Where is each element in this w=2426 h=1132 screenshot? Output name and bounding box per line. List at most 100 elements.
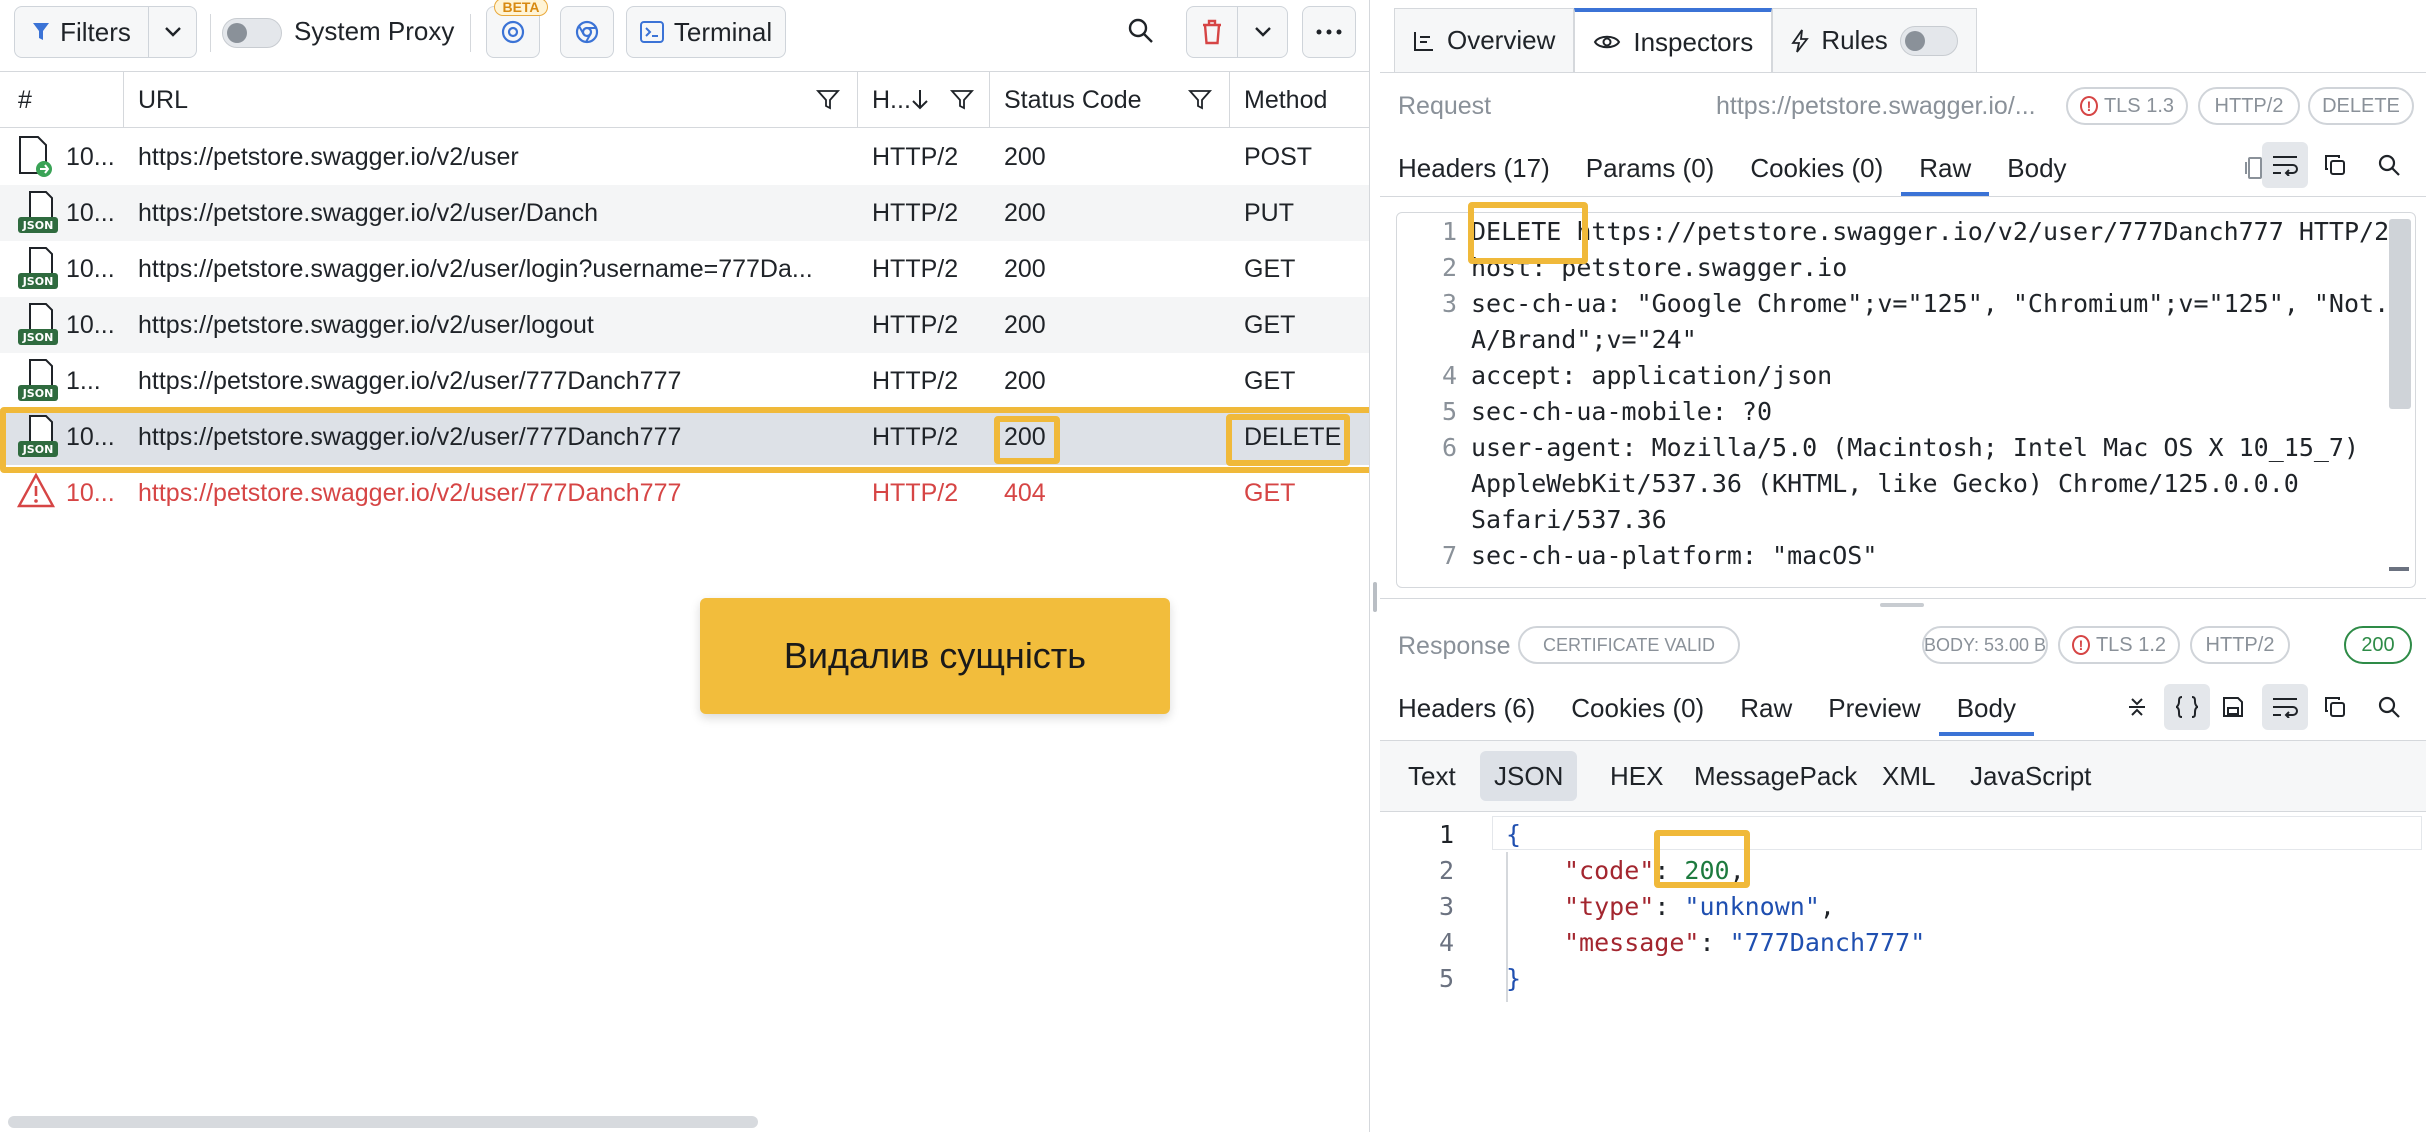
code-line: 7 sec-ch-ua-platform: "macOS" [1441, 541, 1878, 570]
column-filter-icon[interactable] [1188, 88, 1212, 112]
format-json[interactable]: JSON [1480, 751, 1578, 801]
copy-icon [2325, 155, 2345, 175]
table-row[interactable]: JSON 1... https://petstore.swagger.io/v2… [0, 353, 1369, 409]
column-header-status-code[interactable]: Status Code [990, 72, 1230, 128]
chart-icon [1414, 31, 1433, 51]
column-filter-icon[interactable] [950, 88, 974, 112]
format-javascript[interactable]: JavaScript [1956, 751, 2105, 801]
tab-response-raw[interactable]: Raw [1722, 680, 1810, 736]
body-format-bar: Text JSON HEX MessagePack XML JavaScript [1380, 740, 2426, 812]
table-header: # URL H... Status Code Method [0, 72, 1369, 128]
wrap-lines-button[interactable] [2262, 684, 2308, 730]
search-button[interactable] [2366, 684, 2412, 730]
format-json-button[interactable] [2164, 684, 2210, 730]
horizontal-scrollbar[interactable] [8, 1116, 758, 1128]
collapse-icon [2129, 698, 2145, 716]
more-options-button[interactable] [1302, 6, 1356, 58]
braces-icon [2175, 696, 2199, 718]
table-row[interactable]: JSON 10... https://petstore.swagger.io/v… [0, 241, 1369, 297]
filters-button[interactable]: Filters [14, 6, 149, 58]
warning-icon: ! [2072, 635, 2090, 655]
more-icon [1316, 29, 1342, 35]
table-row[interactable]: JSON 10... https://petstore.swagger.io/v… [0, 297, 1369, 353]
table-row-selected[interactable]: JSON 10... https://petstore.swagger.io/v… [0, 409, 1369, 465]
response-body-viewer[interactable]: 1{ 2 "code": 200, 3 "type": "unknown", 4 "m… [1380, 812, 2426, 1132]
code-line: AppleWebKit/537.36 (KHTML, like Gecko) C… [1471, 469, 2299, 498]
tab-request-body[interactable]: Body [1989, 140, 2084, 196]
tab-rules[interactable]: Rules [1772, 8, 1977, 72]
filters-label: Filters [60, 16, 131, 47]
body-size-pill: BODY: 53.00 B [1922, 626, 2048, 664]
trash-icon [1203, 19, 1221, 45]
wrap-lines-button[interactable] [2262, 142, 2308, 188]
wrap-icon [2273, 698, 2298, 718]
clear-dropdown-button[interactable] [1238, 6, 1288, 58]
svg-text:JSON: JSON [22, 443, 54, 456]
tabs-divider [1380, 72, 2426, 73]
table-row[interactable]: JSON 10... https://petstore.swagger.io/v… [0, 185, 1369, 241]
copy-icon [2325, 697, 2345, 717]
copy-button[interactable] [2312, 142, 2358, 188]
request-response-splitter[interactable] [1380, 598, 2426, 610]
chrome-button[interactable] [560, 6, 614, 58]
chevron-down-icon [1254, 27, 1271, 37]
format-xml[interactable]: XML [1868, 751, 1949, 801]
collapse-button[interactable] [2114, 684, 2160, 730]
annotation-callout: Видалив сущність [700, 598, 1170, 714]
file-upload-icon [16, 135, 60, 179]
tab-response-cookies[interactable]: Cookies (0) [1553, 680, 1722, 736]
section-divider [1380, 196, 2426, 197]
tab-request-headers[interactable]: Headers (17) [1380, 140, 1568, 196]
code-line: 6 user-agent: Mozilla/5.0 (Macintosh; Int… [1441, 433, 2360, 462]
search-icon [2378, 154, 2400, 176]
chevron-down-icon [164, 27, 181, 37]
svg-text:JSON: JSON [22, 275, 54, 288]
eye-icon [1594, 35, 1621, 49]
response-label: Response [1398, 632, 1511, 660]
search-button[interactable] [2366, 142, 2412, 188]
sort-down-icon[interactable] [910, 88, 930, 112]
json-file-icon: JSON [16, 415, 60, 459]
tab-inspectors[interactable]: Inspectors [1574, 8, 1773, 72]
tab-request-params[interactable]: Params (0) [1568, 140, 1733, 196]
tab-response-headers[interactable]: Headers (6) [1380, 680, 1553, 736]
code-line: 2 host: petstore.swagger.io [1441, 253, 1848, 282]
lightning-icon [1791, 28, 1810, 53]
code-line: 3 sec-ch-ua: "Google Chrome";v="125", "Ch… [1441, 289, 2390, 318]
raw-request-viewer[interactable]: 1 DELETE https://petstore.swagger.io/v2/u… [1396, 212, 2416, 588]
format-messagepack[interactable]: MessagePack [1680, 751, 1871, 801]
code-line: 5} [1438, 964, 1522, 993]
tab-response-preview[interactable]: Preview [1810, 680, 1938, 736]
copy-button[interactable] [2312, 684, 2358, 730]
clear-all-button[interactable] [1186, 6, 1238, 58]
tab-request-raw[interactable]: Raw [1901, 140, 1990, 196]
vertical-scrollbar[interactable] [2389, 219, 2411, 409]
code-line: A/Brand";v="24" [1471, 325, 1697, 354]
code-line: 3 "type": "unknown", [1438, 892, 1835, 921]
request-sub-tabs: Headers (17) Params (0) Cookies (0) Raw … [1380, 140, 2085, 196]
column-filter-icon[interactable] [816, 88, 840, 112]
system-proxy-toggle[interactable] [222, 18, 282, 48]
column-header-url[interactable]: URL [124, 72, 858, 128]
code-line: Safari/537.36 [1471, 505, 1667, 534]
method-pill: DELETE [2308, 87, 2414, 125]
current-line-highlight [1492, 816, 2422, 850]
rules-toggle[interactable] [1899, 25, 1958, 56]
column-header-method[interactable]: Method [1230, 72, 1369, 128]
filters-dropdown-button[interactable] [149, 6, 197, 58]
format-text[interactable]: Text [1394, 751, 1470, 801]
format-hex[interactable]: HEX [1596, 751, 1677, 801]
pane-resize-handle[interactable] [1373, 582, 1377, 612]
tab-request-cookies[interactable]: Cookies (0) [1732, 140, 1901, 196]
toolbar-divider [210, 14, 211, 52]
table-row-error[interactable]: 10... https://petstore.swagger.io/v2/use… [0, 465, 1369, 521]
search-button[interactable] [1126, 16, 1162, 52]
tls-pill: ! TLS 1.2 [2058, 626, 2180, 664]
terminal-button[interactable]: Terminal [626, 6, 786, 58]
save-button[interactable] [2210, 684, 2256, 730]
tab-response-body[interactable]: Body [1938, 680, 2034, 736]
tab-overview[interactable]: Overview [1394, 8, 1575, 72]
column-header-http[interactable]: H... [858, 72, 990, 128]
column-header-number[interactable]: # [0, 72, 124, 128]
table-row[interactable]: 10... https://petstore.swagger.io/v2/use… [0, 129, 1369, 185]
